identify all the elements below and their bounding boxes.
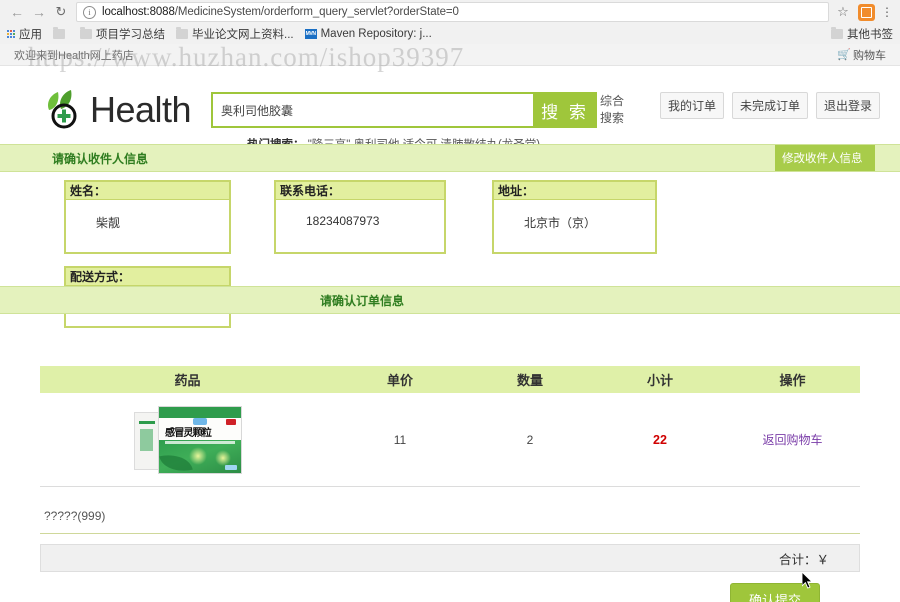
product-label-text: 感冒灵颗粒 — [164, 427, 212, 439]
account-buttons: 我的订单 未完成订单 退出登录 — [660, 92, 900, 119]
top-welcome-strip: 欢迎来到Health网上药店 🛒 购物车 https://www.huzhan.… — [0, 44, 900, 72]
column-header-action: 操作 — [779, 373, 806, 388]
bookmark-maven[interactable]: MVN Maven Repository: j... — [304, 27, 432, 40]
bookmarks-bar: 应用 项目学习总结 毕业论文网上资料... MVN Maven Reposito… — [0, 24, 900, 43]
folder-icon — [80, 26, 92, 39]
welcome-text: 欢迎来到Health网上药店 — [14, 49, 134, 62]
search-button[interactable]: 搜 索 — [533, 92, 597, 128]
order-section-title: 请确认订单信息 — [320, 293, 405, 308]
url-text: localhost:8088/MedicineSystem/orderform_… — [102, 6, 459, 18]
cart-label: 购物车 — [853, 49, 886, 62]
browser-toolbar: ← → ↻ i localhost:8088/MedicineSystem/or… — [0, 0, 900, 24]
table-header-row: 药品 单价 数量 小计 操作 — [40, 366, 860, 393]
site-info-icon[interactable]: i — [83, 5, 96, 19]
folder-icon — [53, 26, 65, 39]
action-cell: 返回购物车 — [725, 431, 860, 448]
recipient-phone-label: 联系电话： — [276, 182, 444, 200]
search-input[interactable]: 奥利司他胶囊 — [211, 92, 533, 128]
table-row: 感冒灵颗粒 11 2 22 返回购物车 — [40, 393, 860, 487]
browser-chrome: ← → ↻ i localhost:8088/MedicineSystem/or… — [0, 0, 900, 45]
reload-icon[interactable]: ↻ — [50, 1, 72, 23]
quantity-cell: 2 — [526, 432, 534, 447]
site-header: Health 奥利司他胶囊 搜 索 综合 搜索 热门搜索： "降三高" 奥利司他… — [0, 66, 900, 151]
recipient-phone-value: 18234087973 — [306, 214, 380, 228]
column-header-quantity: 数量 — [516, 373, 543, 388]
logout-button[interactable]: 退出登录 — [816, 92, 881, 119]
maven-icon: MVN — [304, 28, 317, 39]
bookmark-apps[interactable]: 应用 — [7, 26, 42, 42]
edit-recipient-button[interactable]: 修改收件人信息 — [775, 145, 875, 171]
order-section-bar: 请确认订单信息 — [0, 286, 900, 314]
my-orders-button[interactable]: 我的订单 — [660, 92, 725, 119]
bookmark-folder-1[interactable] — [53, 26, 69, 39]
unfinished-orders-button[interactable]: 未完成订单 — [732, 92, 809, 119]
url-path: /MedicineSystem/orderform_query_servlet?… — [174, 6, 459, 18]
footer-divider — [40, 533, 860, 534]
search-area: 奥利司他胶囊 搜 索 综合 搜索 — [211, 92, 630, 128]
address-bar[interactable]: i localhost:8088/MedicineSystem/orderfor… — [76, 2, 829, 22]
site-logo[interactable]: Health — [42, 88, 192, 132]
order-table: 药品 单价 数量 小计 操作 感冒灵颗粒 11 2 22 返回购物车 — [40, 366, 860, 487]
unit-price-cell: 11 — [393, 432, 407, 447]
product-cell[interactable]: 感冒灵颗粒 — [40, 405, 335, 474]
recipient-section-bar: 请确认收件人信息 修改收件人信息 — [0, 144, 900, 172]
search-mode-label[interactable]: 综合 搜索 — [600, 92, 630, 128]
other-bookmarks-label: 其他书签 — [847, 28, 893, 41]
three-dot-menu-icon[interactable]: ⋮ — [880, 6, 894, 18]
apps-grid-icon — [7, 29, 15, 38]
folder-icon — [831, 26, 843, 39]
shopping-cart-icon: 🛒 — [837, 49, 851, 61]
bookmark-star-icon[interactable]: ☆ — [833, 4, 853, 20]
product-box-front: 感冒灵颗粒 — [157, 405, 242, 474]
page-content: 欢迎来到Health网上药店 🛒 购物车 https://www.huzhan.… — [0, 44, 900, 602]
product-box-side — [133, 411, 160, 470]
leaf-cross-logo-icon — [42, 88, 88, 132]
subtotal-cell: 22 — [653, 432, 667, 447]
recipient-info-area: 姓名： 柴靓 联系电话： 18234087973 地址： 北京市（京） 配送方式… — [0, 172, 900, 352]
submit-row: 确认提交 — [40, 583, 860, 602]
product-image[interactable]: 感冒灵颗粒 — [133, 405, 242, 474]
total-bar: 合计：￥ — [40, 544, 860, 572]
back-arrow-icon[interactable]: ← — [6, 1, 28, 23]
url-host: localhost:8088 — [102, 6, 175, 18]
other-bookmarks[interactable]: 其他书签 — [831, 26, 893, 42]
recipient-address-box: 地址： 北京市（京） — [492, 180, 657, 254]
bookmark-label: 项目学习总结 — [96, 28, 165, 41]
column-header-unit-price: 单价 — [386, 373, 413, 388]
recipient-address-value: 北京市（京） — [524, 216, 597, 230]
search-mode-line2: 搜索 — [600, 111, 625, 126]
recipient-address-label: 地址： — [494, 182, 655, 200]
bookmark-folder-3[interactable]: 毕业论文网上资料... — [176, 26, 294, 42]
search-mode-line1: 综合 — [600, 94, 625, 108]
recipient-name-label: 姓名： — [66, 182, 229, 200]
column-header-product: 药品 — [174, 373, 201, 388]
shipping-method-label: 配送方式： — [66, 268, 229, 286]
return-to-cart-link[interactable]: 返回购物车 — [762, 433, 822, 447]
extension-icon[interactable] — [858, 3, 875, 21]
bookmark-label: 毕业论文网上资料... — [192, 28, 294, 41]
recipient-section-title: 请确认收件人信息 — [52, 151, 149, 166]
forward-arrow-icon[interactable]: → — [28, 1, 50, 23]
confirm-submit-button[interactable]: 确认提交 — [729, 583, 820, 602]
bookmark-folder-2[interactable]: 项目学习总结 — [80, 26, 165, 42]
recipient-name-value: 柴靓 — [96, 216, 121, 230]
folder-icon — [176, 26, 188, 39]
logo-text: Health — [90, 89, 192, 130]
bookmark-label: 应用 — [19, 28, 42, 41]
order-footer-note: ?????(999) — [44, 509, 106, 523]
column-header-subtotal: 小计 — [646, 373, 673, 388]
recipient-phone-box: 联系电话： 18234087973 — [274, 180, 446, 254]
bookmark-label: Maven Repository: j... — [320, 27, 432, 40]
search-input-value: 奥利司他胶囊 — [221, 103, 294, 118]
cart-link[interactable]: 🛒 购物车 — [837, 47, 886, 63]
total-label: 合计：￥ — [778, 552, 829, 567]
recipient-name-box: 姓名： 柴靓 — [64, 180, 231, 254]
